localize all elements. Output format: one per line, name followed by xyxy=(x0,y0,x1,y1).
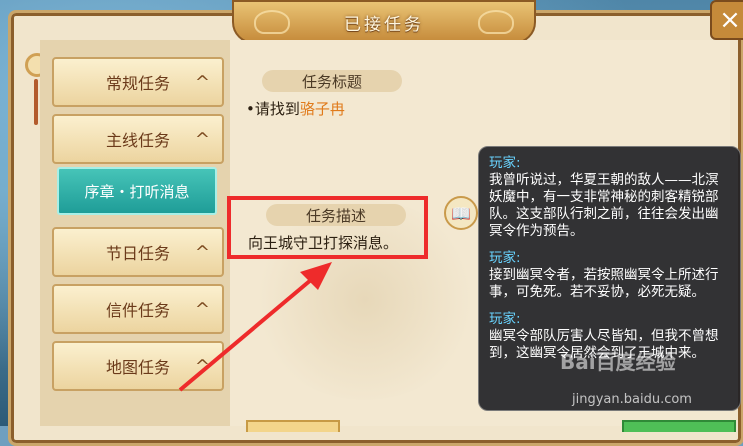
book-icon[interactable]: 📖 xyxy=(444,196,478,230)
baidu-watermark: Bai百度经验 xyxy=(560,350,676,374)
bottom-right-button[interactable] xyxy=(622,420,736,432)
speaker-label: 玩家: xyxy=(489,250,521,266)
speaker-label: 玩家: xyxy=(489,311,521,327)
watermark-url: jingyan.baidu.com xyxy=(572,392,692,407)
speaker-label: 玩家: xyxy=(489,155,521,171)
dialog-text: 接到幽冥令者，若按照幽冥令上所述行事，可免死。若不妥协，必死无疑。 xyxy=(489,267,719,300)
dialog-text: 我曾听说过，华夏王朝的敌人——北溟妖魔中，有一支非常神秘的刺客精锐部队。这支部队… xyxy=(489,172,719,239)
bottom-left-button[interactable] xyxy=(246,420,340,432)
